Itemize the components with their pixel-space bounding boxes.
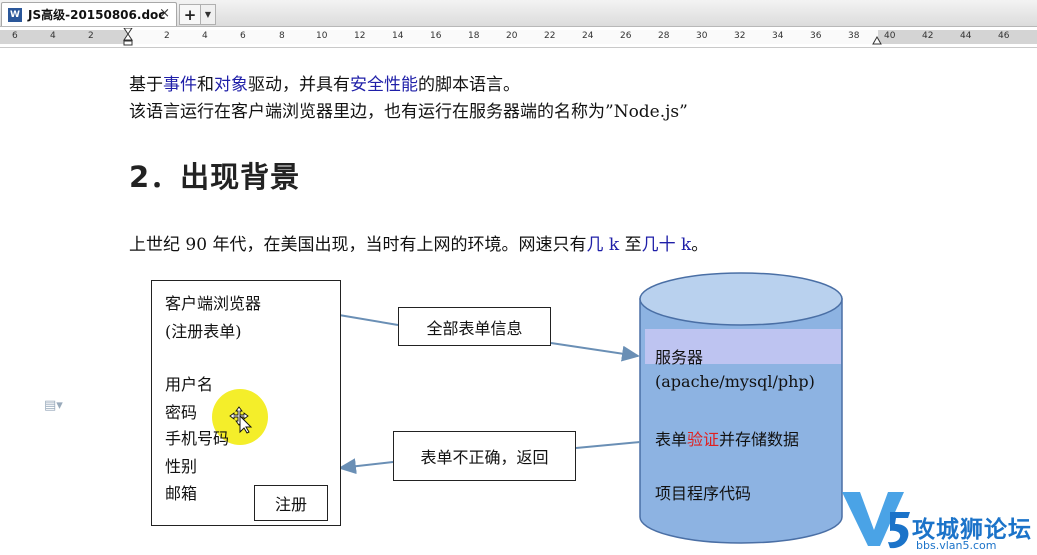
server-validate: 表单验证并存储数据 — [655, 426, 799, 450]
ruler-tick-label: 30 — [696, 31, 708, 41]
ruler-tick-label: 14 — [392, 31, 404, 41]
ruler-tick-label: 46 — [998, 31, 1010, 41]
ruler-tick-label: 6 — [12, 31, 18, 41]
text-validate: 验证 — [687, 430, 720, 449]
client-field-username: 用户名 — [165, 375, 214, 394]
client-field-phone: 手机号码 — [165, 429, 230, 448]
arrow-label-to-client — [338, 458, 394, 475]
tab-title: JS高级-20150806.doc — [28, 8, 166, 22]
new-tab-button[interactable]: + — [179, 4, 201, 25]
client-field-password: 密码 — [165, 403, 198, 422]
client-field-gender: 性别 — [165, 457, 198, 476]
client-subtitle: (注册表单) — [165, 322, 242, 341]
server-cylinder-top — [639, 272, 843, 326]
arrow-client-to-label — [338, 314, 399, 326]
close-tab-icon[interactable]: × — [159, 6, 170, 21]
ruler-margin-left — [0, 30, 128, 44]
ruler-tick-label: 16 — [430, 31, 442, 41]
ruler-tick-label: 2 — [164, 31, 170, 41]
ruler-tick-label: 42 — [922, 31, 934, 41]
new-tab-menu-icon[interactable]: ▼ — [200, 4, 216, 25]
ruler-tick-label: 36 — [810, 31, 822, 41]
paragraph-options-icon[interactable]: ▤▾ — [44, 398, 63, 413]
server-title: 服务器 — [655, 348, 704, 367]
right-indent-marker-icon[interactable] — [872, 35, 882, 45]
label-form-invalid-return: 表单不正确，返回 — [393, 431, 576, 481]
register-button: 注册 — [254, 485, 328, 521]
arrow-label-to-server — [550, 342, 640, 362]
ruler-tick-label: 26 — [620, 31, 632, 41]
ruler-tick-label: 44 — [960, 31, 972, 41]
ruler-tick-label: 22 — [544, 31, 556, 41]
ruler-tick-label: 6 — [240, 31, 246, 41]
ruler-tick-label: 8 — [279, 31, 285, 41]
tab-bar: W JS高级-20150806.doc × + ▼ — [0, 0, 1037, 27]
watermark-url: bbs.vlan5.com — [916, 539, 997, 552]
ruler-tick-label: 20 — [506, 31, 518, 41]
document-tab[interactable]: W JS高级-20150806.doc × — [1, 2, 177, 26]
horizontal-ruler[interactable]: 6 4 2 2 4 6 8 10 12 14 16 18 20 22 24 26 28 30 32 34 36 38 40 4… — [0, 27, 1037, 48]
ruler-tick-label: 28 — [658, 31, 670, 41]
ruler-tick-label: 32 — [734, 31, 746, 41]
ruler-tick-label: 12 — [354, 31, 366, 41]
text-run: 并存储数据 — [719, 430, 800, 449]
ruler-tick-label: 18 — [468, 31, 480, 41]
ruler-tick-label: 10 — [316, 31, 328, 41]
server-stack: (apache/mysql/php) — [655, 372, 815, 391]
label-all-form-info: 全部表单信息 — [398, 307, 551, 346]
ruler-margin-right — [878, 30, 1037, 44]
server-code: 项目程序代码 — [655, 484, 752, 503]
arrow-server-to-label — [575, 441, 641, 449]
client-title: 客户端浏览器 — [165, 294, 262, 313]
ruler-tick-label: 4 — [50, 31, 56, 41]
ruler-tick-label: 4 — [202, 31, 208, 41]
indent-marker-icon[interactable] — [123, 28, 133, 46]
ruler-tick-label: 2 — [88, 31, 94, 41]
text-run: 表单 — [655, 430, 688, 449]
client-field-email: 邮箱 — [165, 484, 198, 503]
ruler-tick-label: 38 — [848, 31, 860, 41]
move-cursor-icon — [229, 406, 253, 434]
ruler-tick-label: 34 — [772, 31, 784, 41]
word-doc-icon: W — [8, 7, 22, 22]
ruler-tick-label: 24 — [582, 31, 594, 41]
document-page[interactable]: 基于事件和对象驱动，并具有安全性能的脚本语言。 该语言运行在客户端浏览器里边，也… — [0, 48, 1037, 555]
ruler-tick-label: 40 — [884, 31, 896, 41]
